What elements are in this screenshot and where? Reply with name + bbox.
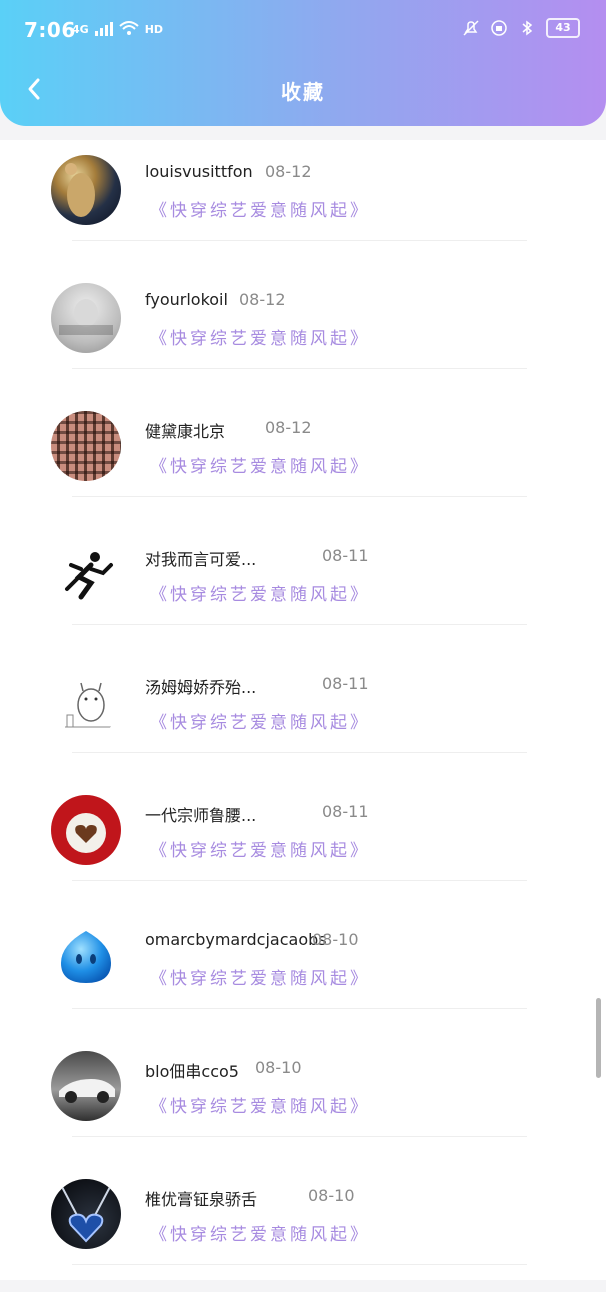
item-name: 健黛康北京 [145, 422, 226, 441]
list-item[interactable]: omarcbymardcjacaobs 08-10 《快穿综艺爱意随风起》 [0, 908, 606, 1036]
bluetooth-icon [518, 19, 536, 37]
avatar [51, 283, 121, 353]
divider [72, 1008, 527, 1009]
list-item[interactable]: 椎优膏钲泉骄舌 08-10 《快穿综艺爱意随风起》 [0, 1164, 606, 1292]
item-name: fyourlokoil [145, 290, 228, 309]
network-indicators: 4G HD [72, 20, 163, 36]
item-subtitle: 《快穿综艺爱意随风起》 [150, 329, 370, 349]
hd-label: HD [144, 23, 164, 36]
divider [72, 1264, 527, 1265]
divider [72, 1136, 527, 1137]
divider [72, 752, 527, 753]
item-name: 一代宗师鲁腰... [145, 806, 257, 825]
status-bar: 7:06 4G HD 43 [0, 0, 606, 62]
item-name: omarcbymardcjacaobs [145, 930, 327, 949]
wifi-icon [119, 21, 139, 35]
favorites-list: louisvusittfon 08-12 《快穿综艺爱意随风起》 fyourlo… [0, 140, 606, 1280]
item-date: 08-10 [312, 930, 359, 949]
item-date: 08-11 [322, 674, 369, 693]
list-item[interactable]: 一代宗师鲁腰... 08-11 《快穿综艺爱意随风起》 [0, 780, 606, 908]
item-date: 08-12 [239, 290, 286, 309]
divider [72, 624, 527, 625]
list-item[interactable]: louisvusittfon 08-12 《快穿综艺爱意随风起》 [0, 140, 606, 268]
nav-bar: 收藏 [0, 62, 606, 118]
mute-bell-icon [462, 19, 480, 37]
divider [72, 496, 527, 497]
battery-icon: 43 [546, 18, 580, 38]
item-subtitle: 《快穿综艺爱意随风起》 [150, 1097, 370, 1117]
divider [72, 240, 527, 241]
divider [72, 368, 527, 369]
item-date: 08-12 [265, 162, 312, 181]
alarm-icon [490, 19, 508, 37]
item-date: 08-10 [255, 1058, 302, 1077]
item-subtitle: 《快穿综艺爱意随风起》 [150, 457, 370, 477]
divider [72, 880, 527, 881]
avatar [51, 155, 121, 225]
network-type-label: 4G [72, 23, 89, 36]
avatar [51, 667, 121, 737]
item-name: blo佃串cco5 [145, 1062, 239, 1081]
item-date: 08-11 [322, 802, 369, 821]
list-item[interactable]: 健黛康北京 08-12 《快穿综艺爱意随风起》 [0, 396, 606, 524]
item-date: 08-10 [308, 1186, 355, 1205]
item-date: 08-12 [265, 418, 312, 437]
page-title: 收藏 [281, 80, 325, 104]
system-icons: 43 [462, 18, 580, 38]
top-header: 7:06 4G HD 43 收藏 [0, 0, 606, 126]
item-name: 汤姆姆娇乔殆... [145, 678, 257, 697]
item-name: louisvusittfon [145, 162, 253, 181]
avatar [51, 923, 121, 993]
item-subtitle: 《快穿综艺爱意随风起》 [150, 969, 370, 989]
avatar [51, 795, 121, 865]
item-name: 椎优膏钲泉骄舌 [145, 1190, 258, 1209]
status-time: 7:06 [24, 18, 76, 42]
item-subtitle: 《快穿综艺爱意随风起》 [150, 201, 370, 221]
item-subtitle: 《快穿综艺爱意随风起》 [150, 713, 370, 733]
item-subtitle: 《快穿综艺爱意随风起》 [150, 1225, 370, 1245]
list-item[interactable]: fyourlokoil 08-12 《快穿综艺爱意随风起》 [0, 268, 606, 396]
scrollbar-thumb[interactable] [596, 998, 601, 1078]
item-name: 对我而言可爱... [145, 550, 257, 569]
avatar [51, 539, 121, 609]
list-item[interactable]: blo佃串cco5 08-10 《快穿综艺爱意随风起》 [0, 1036, 606, 1164]
item-subtitle: 《快穿综艺爱意随风起》 [150, 585, 370, 605]
list-item[interactable]: 汤姆姆娇乔殆... 08-11 《快穿综艺爱意随风起》 [0, 652, 606, 780]
avatar [51, 1051, 121, 1121]
list-item[interactable]: 对我而言可爱... 08-11 《快穿综艺爱意随风起》 [0, 524, 606, 652]
avatar [51, 411, 121, 481]
item-subtitle: 《快穿综艺爱意随风起》 [150, 841, 370, 861]
avatar [51, 1179, 121, 1249]
signal-icon [94, 20, 113, 36]
item-date: 08-11 [322, 546, 369, 565]
